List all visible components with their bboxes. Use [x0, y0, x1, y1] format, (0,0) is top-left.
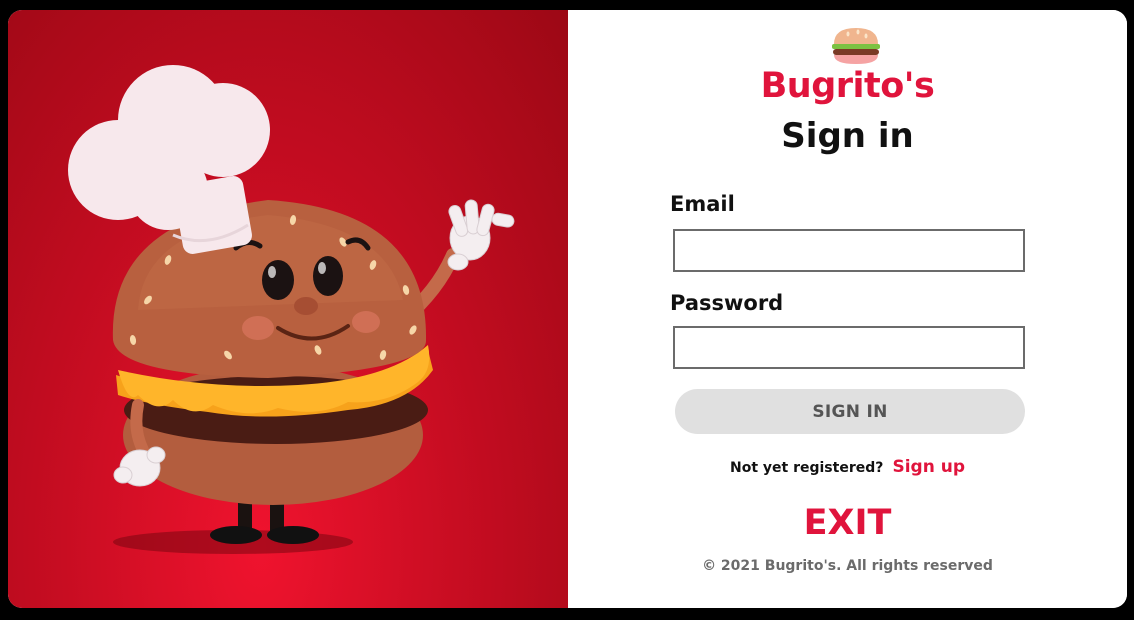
- login-window: Bugrito's Sign in Email Password SIGN IN…: [8, 10, 1127, 608]
- hero-panel: [8, 10, 568, 608]
- burger-icon: [832, 28, 880, 64]
- register-row: Not yet registered? Sign up: [568, 457, 1127, 477]
- login-panel: Bugrito's Sign in Email Password SIGN IN…: [568, 10, 1127, 608]
- sign-in-button[interactable]: SIGN IN: [675, 389, 1025, 434]
- register-prompt: Not yet registered?: [729, 460, 884, 476]
- password-label: Password: [670, 291, 784, 315]
- sign-up-link[interactable]: Sign up: [892, 457, 965, 477]
- burger-mascot-illustration: [68, 65, 515, 554]
- exit-button[interactable]: EXIT: [568, 503, 1127, 543]
- email-field[interactable]: [673, 229, 1025, 272]
- page-title: Sign in: [781, 116, 914, 156]
- password-field[interactable]: [673, 326, 1025, 369]
- email-label: Email: [670, 192, 735, 216]
- brand-name: Bugrito's: [760, 66, 935, 106]
- copyright-text: © 2021 Bugrito's. All rights reserved: [702, 558, 993, 574]
